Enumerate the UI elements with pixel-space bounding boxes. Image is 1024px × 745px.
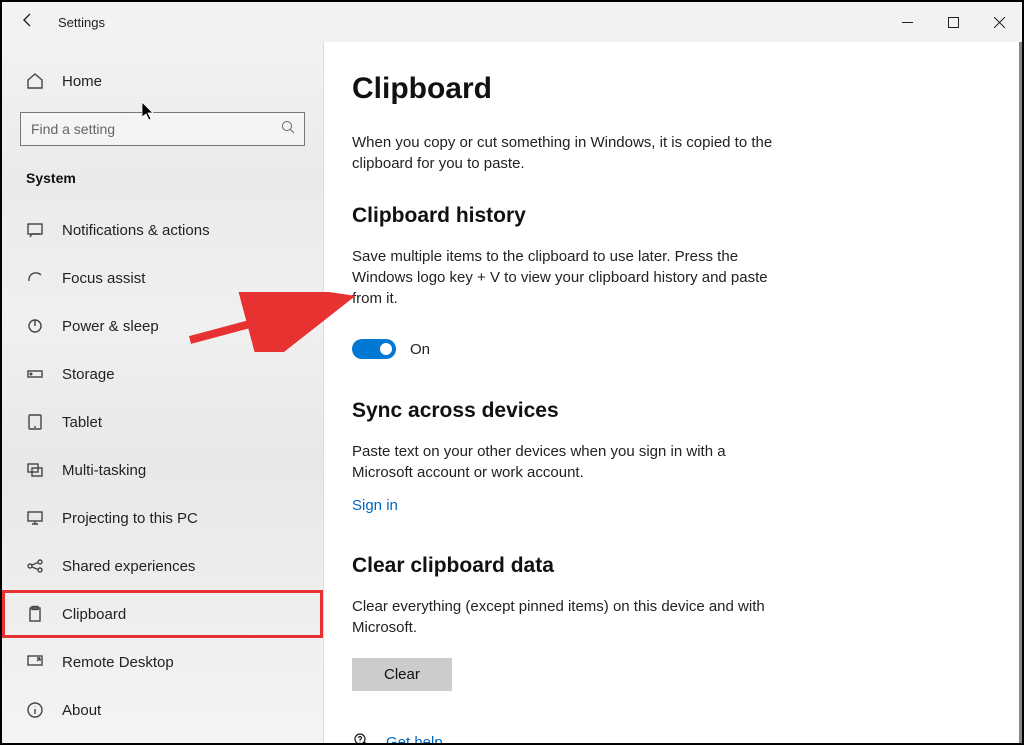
sidebar-item-label: Storage [62, 366, 115, 383]
focus-assist-icon [26, 269, 44, 287]
sidebar-nav: Notifications & actions Focus assist Pow… [2, 206, 323, 734]
search-input[interactable] [20, 112, 305, 146]
projecting-icon [26, 509, 44, 527]
sidebar-item-label: About [62, 702, 101, 719]
sidebar-item-label: Notifications & actions [62, 222, 210, 239]
search-icon [281, 120, 295, 137]
sidebar-item-label: Remote Desktop [62, 654, 174, 671]
sidebar-item-remote-desktop[interactable]: Remote Desktop [2, 638, 323, 686]
close-button[interactable] [976, 2, 1022, 42]
minimize-button[interactable] [884, 2, 930, 42]
sign-in-link[interactable]: Sign in [352, 497, 398, 514]
sidebar-item-multitasking[interactable]: Multi-tasking [2, 446, 323, 494]
sidebar-item-about[interactable]: About [2, 686, 323, 734]
shared-experiences-icon [26, 557, 44, 575]
main-panel: Clipboard When you copy or cut something… [324, 42, 1022, 743]
sidebar-item-label: Power & sleep [62, 318, 159, 335]
page-title: Clipboard [352, 72, 1022, 106]
sidebar-item-notifications[interactable]: Notifications & actions [2, 206, 323, 254]
sync-description: Paste text on your other devices when yo… [352, 441, 782, 483]
sidebar-item-focus-assist[interactable]: Focus assist [2, 254, 323, 302]
sync-heading: Sync across devices [352, 399, 1022, 423]
home-icon [26, 72, 44, 90]
clipboard-history-toggle[interactable] [352, 339, 396, 359]
sidebar-item-label: Clipboard [62, 606, 126, 623]
app-title: Settings [54, 15, 105, 30]
home-label: Home [62, 73, 102, 90]
sidebar-section-header: System [2, 146, 323, 196]
sidebar-item-label: Shared experiences [62, 558, 195, 575]
sidebar-item-clipboard[interactable]: Clipboard [2, 590, 323, 638]
sidebar-item-shared-experiences[interactable]: Shared experiences [2, 542, 323, 590]
clipboard-icon [26, 605, 44, 623]
sidebar-item-label: Tablet [62, 414, 102, 431]
tablet-icon [26, 413, 44, 431]
sidebar-item-label: Focus assist [62, 270, 145, 287]
maximize-button[interactable] [930, 2, 976, 42]
home-nav[interactable]: Home [2, 64, 323, 98]
history-heading: Clipboard history [352, 204, 1022, 228]
toggle-state-label: On [410, 341, 430, 358]
sidebar: Home System Notifications & actions Focu… [2, 42, 324, 743]
remote-desktop-icon [26, 653, 44, 671]
sidebar-item-tablet[interactable]: Tablet [2, 398, 323, 446]
help-icon [352, 731, 372, 743]
notifications-icon [26, 221, 44, 239]
title-bar: Settings [2, 2, 1022, 42]
multitasking-icon [26, 461, 44, 479]
power-sleep-icon [26, 317, 44, 335]
clear-button[interactable]: Clear [352, 658, 452, 691]
sidebar-item-storage[interactable]: Storage [2, 350, 323, 398]
sidebar-item-label: Multi-tasking [62, 462, 146, 479]
sidebar-item-label: Projecting to this PC [62, 510, 198, 527]
history-description: Save multiple items to the clipboard to … [352, 246, 782, 309]
get-help-link[interactable]: Get help [386, 734, 443, 743]
page-intro: When you copy or cut something in Window… [352, 132, 782, 174]
sidebar-item-power-sleep[interactable]: Power & sleep [2, 302, 323, 350]
scrollbar[interactable] [1019, 42, 1022, 743]
clear-description: Clear everything (except pinned items) o… [352, 596, 782, 638]
storage-icon [26, 365, 44, 383]
clear-heading: Clear clipboard data [352, 554, 1022, 578]
about-icon [26, 701, 44, 719]
back-button[interactable] [2, 11, 54, 34]
sidebar-item-projecting[interactable]: Projecting to this PC [2, 494, 323, 542]
